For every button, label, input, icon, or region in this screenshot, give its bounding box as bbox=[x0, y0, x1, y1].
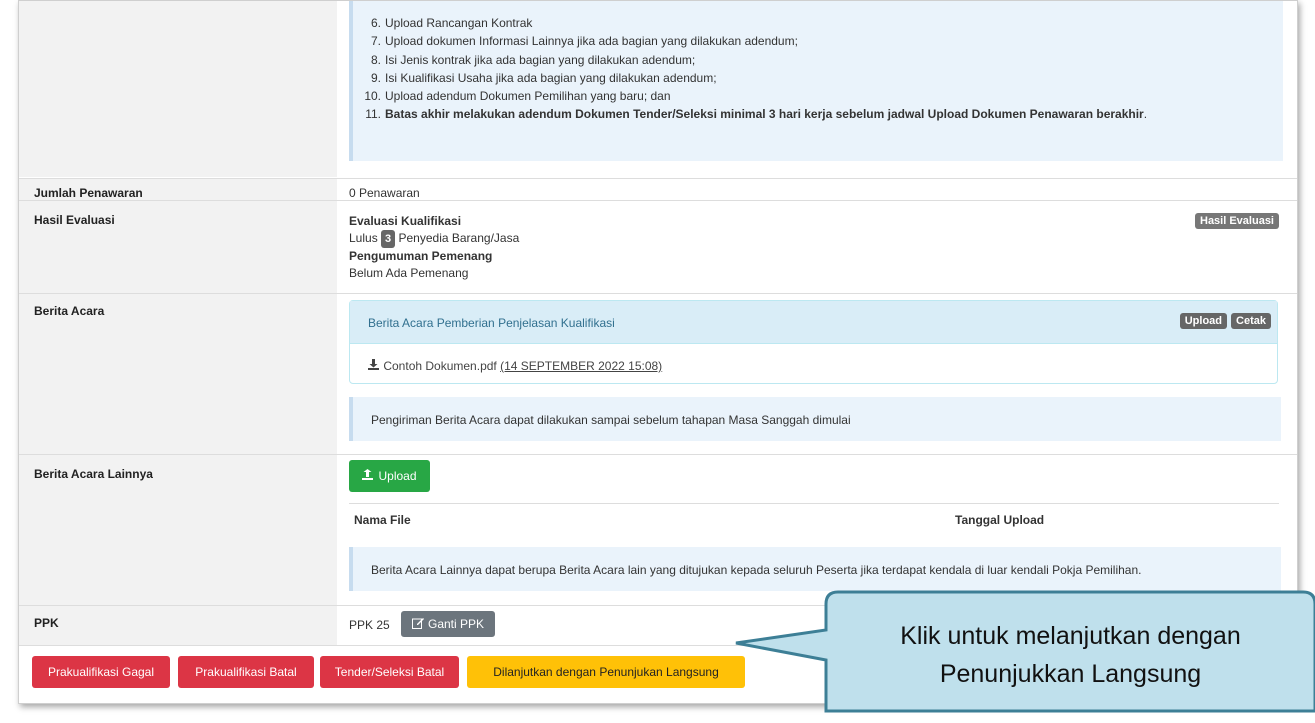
col-nama-file: Nama File bbox=[354, 513, 411, 527]
row-hasil-evaluasi: Hasil Evaluasi Evaluasi Kualifikasi Lulu… bbox=[19, 200, 1297, 293]
dilanjutkan-penunjukan-langsung-button[interactable]: Dilanjutkan dengan Penunjukan Langsung bbox=[467, 656, 745, 688]
prakualifikasi-gagal-button[interactable]: Prakualifikasi Gagal bbox=[32, 656, 170, 688]
col-tanggal-upload: Tanggal Upload bbox=[955, 513, 1045, 527]
label-cell bbox=[19, 606, 337, 646]
callout-line-1: Klik untuk melanjutkan dengan bbox=[900, 622, 1241, 650]
ppk-label: PPK bbox=[34, 616, 59, 630]
step-item: 9. Isi Kualifikasi Usaha jika ada bagian … bbox=[370, 70, 717, 85]
steps-list: 6. Upload Rancangan Kontrak 7. Upload doku… bbox=[353, 1, 1283, 124]
step-item: 6. Upload Rancangan Kontrak bbox=[370, 16, 533, 30]
file-table-header: Nama File Tanggal Upload bbox=[349, 503, 1279, 536]
ppk-value: PPK 25 bbox=[349, 618, 390, 632]
callout-line-2: Penunjukkan Langsung bbox=[939, 660, 1202, 688]
edit-icon bbox=[411, 617, 424, 632]
step-item: 11. Batas akhir melakukan adendum Dokumen… bbox=[365, 107, 1148, 122]
tender-seleksi-batal-button[interactable]: Tender/Seleksi Batal bbox=[320, 656, 459, 688]
tender-detail-window: 6. Upload Rancangan Kontrak 7. Upload doku… bbox=[18, 0, 1298, 704]
ganti-ppk-button[interactable]: Ganti PPK bbox=[401, 611, 495, 637]
lulus-count-badge: 3 bbox=[381, 229, 396, 248]
hasil-evaluasi-content: Evaluasi Kualifikasi Lulus 3 Penyedia Ba… bbox=[349, 213, 519, 281]
upload-button[interactable]: Upload bbox=[349, 460, 430, 492]
berita-acara-lainnya-label: Berita Acara Lainnya bbox=[34, 467, 153, 481]
pengumuman-pemenang-title: Pengumuman Pemenang bbox=[349, 249, 493, 263]
cetak-badge-button[interactable]: Cetak bbox=[1231, 313, 1271, 329]
file-line: Contoh Dokumen.pdf (14 SEPTEMBER 2022 15… bbox=[368, 359, 662, 373]
file-name-link[interactable]: Contoh Dokumen.pdf bbox=[383, 359, 496, 373]
jumlah-penawaran-label: Jumlah Penawaran bbox=[34, 186, 143, 200]
berita-acara-label: Berita Acara bbox=[34, 304, 105, 318]
download-icon bbox=[368, 359, 380, 373]
hasil-evaluasi-badge[interactable]: Hasil Evaluasi bbox=[1195, 213, 1279, 229]
upload-icon bbox=[362, 469, 374, 483]
step-item: 7. Upload dokumen Informasi Lainnya jika … bbox=[370, 34, 798, 49]
row-berita-acara: Berita Acara Berita Acara Pemberian Penj… bbox=[19, 293, 1297, 454]
evaluasi-kualifikasi-title: Evaluasi Kualifikasi bbox=[349, 214, 462, 228]
jumlah-penawaran-value: 0 Penawaran bbox=[349, 186, 420, 200]
berita-acara-note: Pengiriman Berita Acara dapat dilakukan … bbox=[349, 397, 1281, 441]
lainnya-note: Berita Acara Lainnya dapat berupa Berita… bbox=[349, 547, 1281, 591]
row-berita-acara-lainnya: Berita Acara Lainnya Upload Nama File Ta… bbox=[19, 454, 1297, 605]
panel-heading: Berita Acara Pemberian Penjelasan Kualif… bbox=[350, 301, 1277, 344]
step-item: 8. Isi Jenis kontrak jika ada bagian yang… bbox=[370, 52, 696, 67]
pemenang-status: Belum Ada Pemenang bbox=[349, 265, 469, 280]
lulus-line: Lulus 3 Penyedia Barang/Jasa bbox=[349, 229, 519, 248]
step-item: 10. Upload adendum Dokumen Pemilihan yang… bbox=[364, 89, 671, 104]
label-cell bbox=[19, 294, 337, 454]
upload-badge-button[interactable]: Upload bbox=[1179, 313, 1227, 329]
steps-info-box: 6. Upload Rancangan Kontrak 7. Upload doku… bbox=[349, 1, 1283, 161]
hasil-evaluasi-label: Hasil Evaluasi bbox=[34, 213, 115, 227]
berita-acara-panel: Berita Acara Pemberian Penjelasan Kualif… bbox=[349, 300, 1278, 384]
file-date: (14 SEPTEMBER 2022 15:08) bbox=[500, 359, 663, 373]
panel-title: Berita Acara Pemberian Penjelasan Kualif… bbox=[368, 316, 615, 330]
label-column-steps bbox=[19, 1, 337, 177]
row-jumlah-penawaran: Jumlah Penawaran 0 Penawaran bbox=[19, 178, 1297, 201]
prakualifikasi-batal-button[interactable]: Prakualifikasi Batal bbox=[178, 656, 314, 688]
callout-text-box: Klik untuk melanjutkan dengan Penunjukka… bbox=[826, 615, 1315, 695]
